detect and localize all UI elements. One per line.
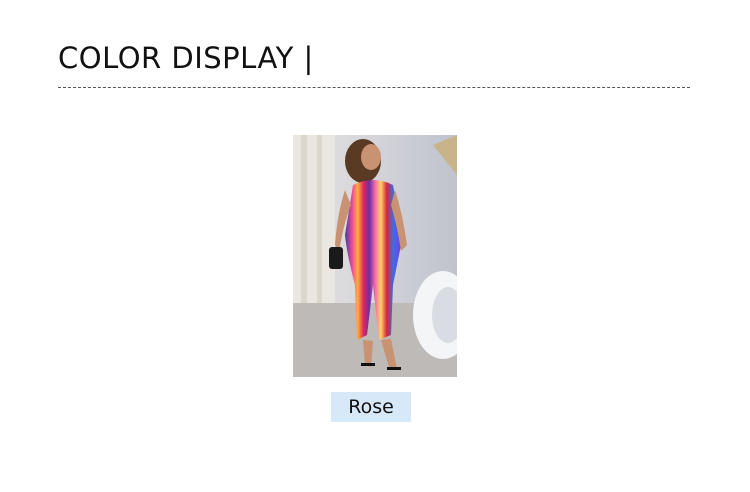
section-title: COLOR DISPLAY | [58, 41, 314, 75]
section-divider [58, 87, 690, 88]
dress-photo [293, 135, 457, 377]
color-label-rose[interactable]: Rose [331, 392, 411, 422]
color-swatch-image[interactable] [293, 135, 457, 377]
